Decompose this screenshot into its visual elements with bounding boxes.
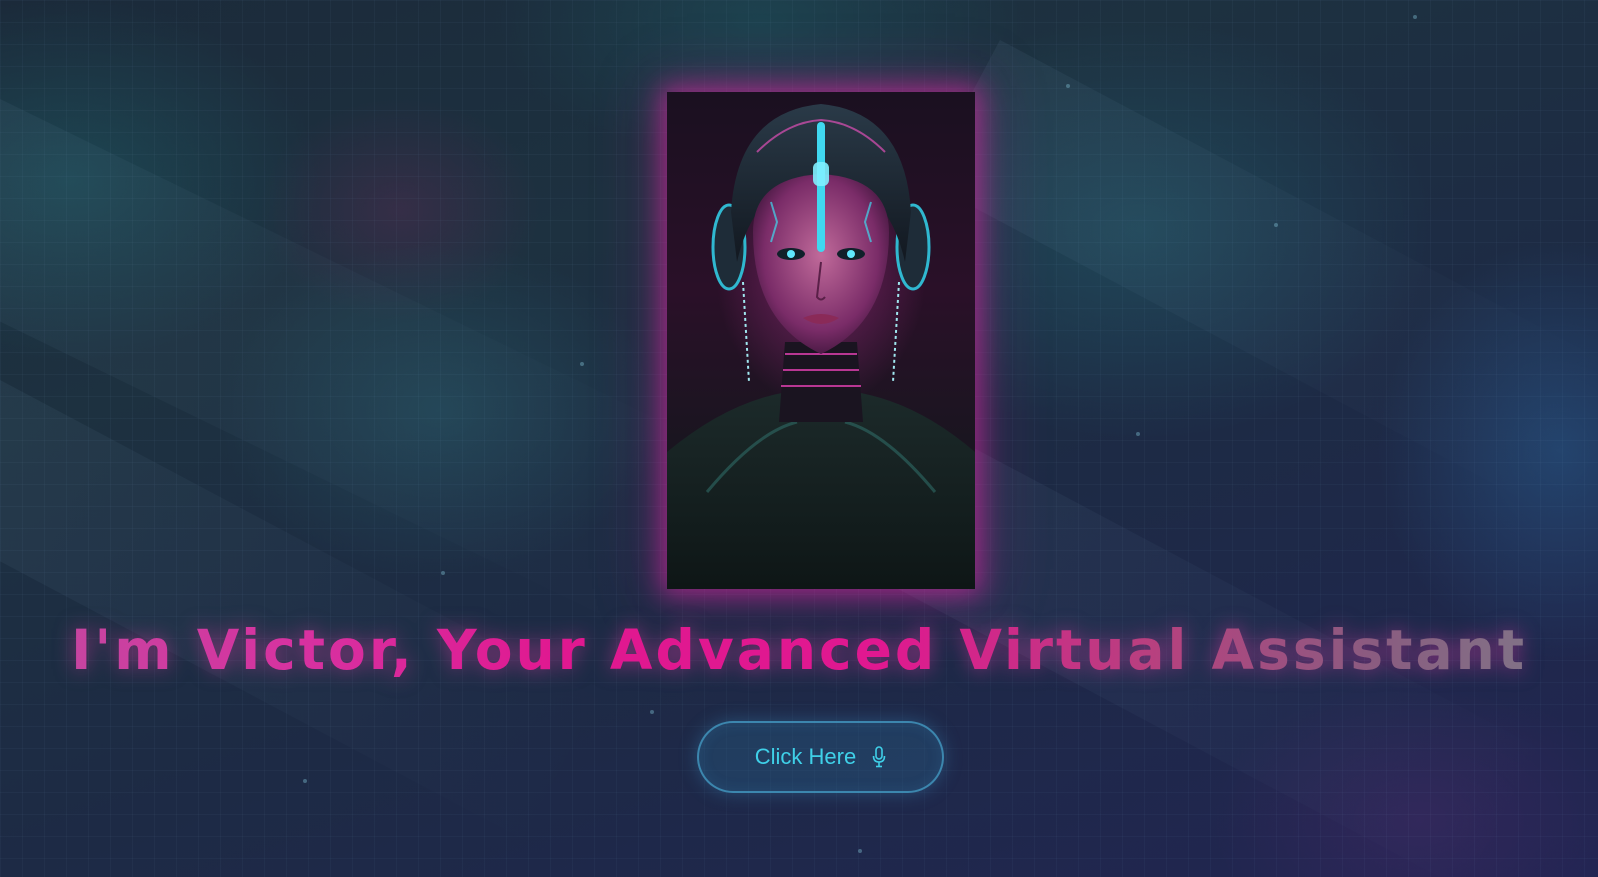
particle bbox=[441, 571, 445, 575]
particle bbox=[858, 849, 862, 853]
page-title: I'm Victor, Your Advanced Virtual Assist… bbox=[0, 618, 1598, 682]
click-here-label: Click Here bbox=[754, 744, 857, 769]
light-beam bbox=[0, 60, 729, 635]
assistant-portrait bbox=[667, 92, 975, 589]
microphone-icon bbox=[872, 746, 886, 768]
particle bbox=[580, 362, 584, 366]
particle bbox=[650, 710, 654, 714]
particle bbox=[1274, 223, 1278, 227]
particle bbox=[1413, 15, 1417, 19]
particle bbox=[1066, 84, 1070, 88]
particle bbox=[303, 779, 307, 783]
particle bbox=[1136, 432, 1140, 436]
light-beam bbox=[924, 40, 1598, 510]
light-beam bbox=[0, 380, 619, 850]
click-here-button[interactable]: Click Here bbox=[697, 721, 944, 793]
